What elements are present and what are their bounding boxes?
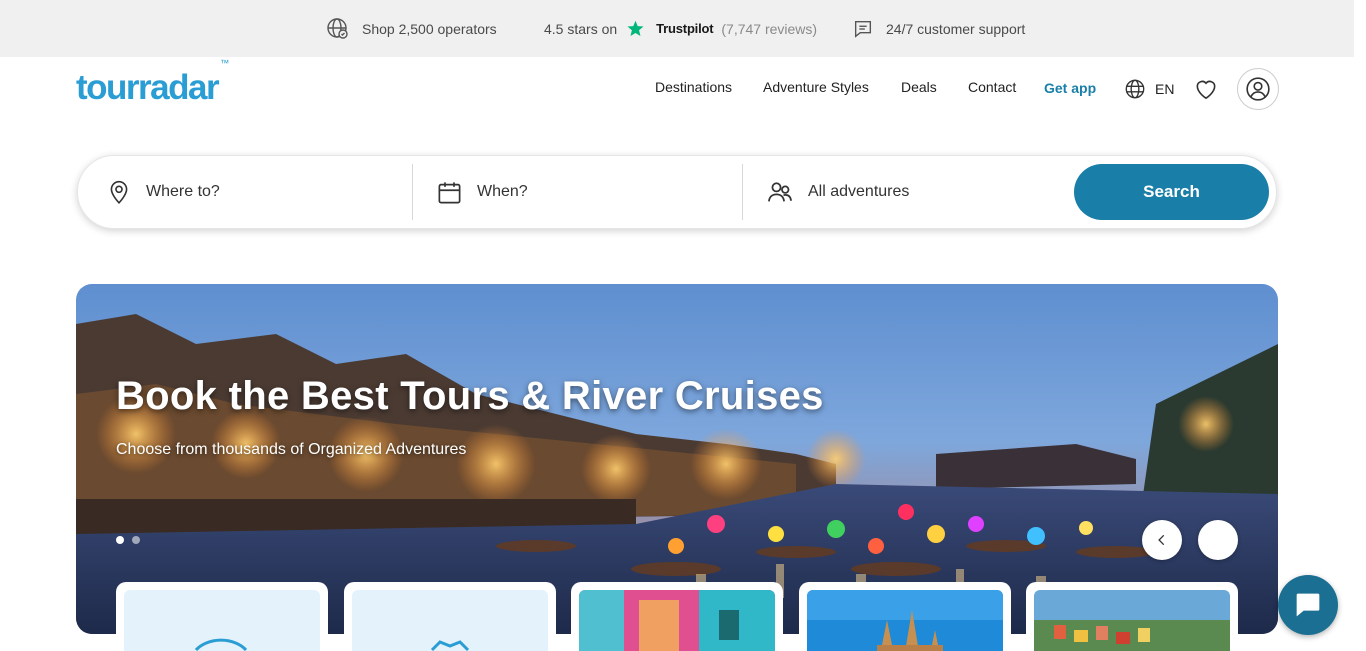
cathedral-image [807, 590, 1003, 651]
chevron-right-icon [1215, 534, 1222, 546]
chat-bubble-icon [854, 20, 872, 38]
badge-icon [430, 640, 470, 651]
chat-widget-button[interactable] [1278, 575, 1338, 635]
nav-adventure-styles[interactable]: Adventure Styles [763, 79, 869, 95]
trustpilot-star-icon [627, 20, 644, 36]
wishlist-button[interactable] [1193, 76, 1219, 107]
language-selector[interactable]: EN [1124, 78, 1174, 100]
nav-deals[interactable]: Deals [901, 79, 937, 95]
adventure-value: All adventures [808, 183, 910, 200]
card-image [1034, 590, 1230, 651]
support-text: 24/7 customer support [886, 20, 1026, 37]
globe-icon [1125, 79, 1145, 99]
hero-subtitle: Choose from thousands of Organized Adven… [116, 441, 467, 458]
card-image [807, 590, 1003, 651]
top-info-bar: Shop 2,500 operators 4.5 stars on Trustp… [0, 0, 1354, 57]
card-image [352, 590, 548, 651]
when-placeholder: When? [477, 183, 528, 200]
language-label: EN [1155, 81, 1175, 97]
account-button[interactable] [1237, 68, 1279, 110]
chevron-left-icon [1158, 534, 1165, 546]
search-divider [742, 164, 743, 220]
adventure-type-field[interactable]: All adventures [766, 156, 1056, 228]
card-image [124, 590, 320, 651]
rating-info[interactable]: 4.5 stars on Trustpilot (7,747 reviews) [544, 0, 817, 57]
category-card[interactable] [1026, 582, 1238, 651]
carousel-dot-active[interactable] [116, 536, 124, 544]
logo-text: tourradar [76, 68, 220, 107]
nav-contact[interactable]: Contact [968, 79, 1016, 95]
where-field[interactable]: Where to? [106, 156, 406, 228]
hero-title: Book the Best Tours & River Cruises [116, 374, 824, 418]
location-pin-icon [110, 180, 128, 204]
people-icon [768, 182, 792, 202]
card-image [579, 590, 775, 651]
get-app-link[interactable]: Get app [1044, 80, 1096, 96]
rating-prefix: 4.5 stars on [544, 20, 618, 37]
carousel-prev-button[interactable] [1142, 520, 1182, 560]
category-card[interactable] [571, 582, 783, 651]
tourradar-logo[interactable]: tourradar™ [76, 58, 229, 108]
heart-icon [1196, 80, 1216, 100]
category-card[interactable] [116, 582, 328, 651]
operators-info: Shop 2,500 operators [326, 0, 497, 57]
logo-trademark: ™ [220, 58, 230, 69]
when-field[interactable]: When? [436, 156, 736, 228]
search-bar: Where to? When? All adventures Search [77, 155, 1277, 229]
where-placeholder: Where to? [146, 183, 220, 200]
user-icon [1246, 77, 1270, 101]
chat-icon [1296, 593, 1320, 617]
carousel-dot[interactable] [132, 536, 140, 544]
globe-badge-icon [327, 17, 348, 39]
search-button[interactable]: Search [1074, 164, 1269, 220]
support-info: 24/7 customer support [852, 0, 1025, 57]
category-card[interactable] [799, 582, 1011, 651]
wifi-icon [194, 638, 248, 651]
category-card[interactable] [344, 582, 556, 651]
carousel-next-button[interactable] [1198, 520, 1238, 560]
calendar-icon [438, 181, 461, 203]
trustpilot-label: Trustpilot [656, 21, 714, 36]
search-divider [412, 164, 413, 220]
nav-destinations[interactable]: Destinations [655, 79, 732, 95]
colorful-street-image [579, 590, 775, 651]
operators-text: Shop 2,500 operators [362, 20, 497, 37]
coastal-village-image [1034, 590, 1230, 651]
reviews-count: (7,747 reviews) [721, 20, 818, 37]
